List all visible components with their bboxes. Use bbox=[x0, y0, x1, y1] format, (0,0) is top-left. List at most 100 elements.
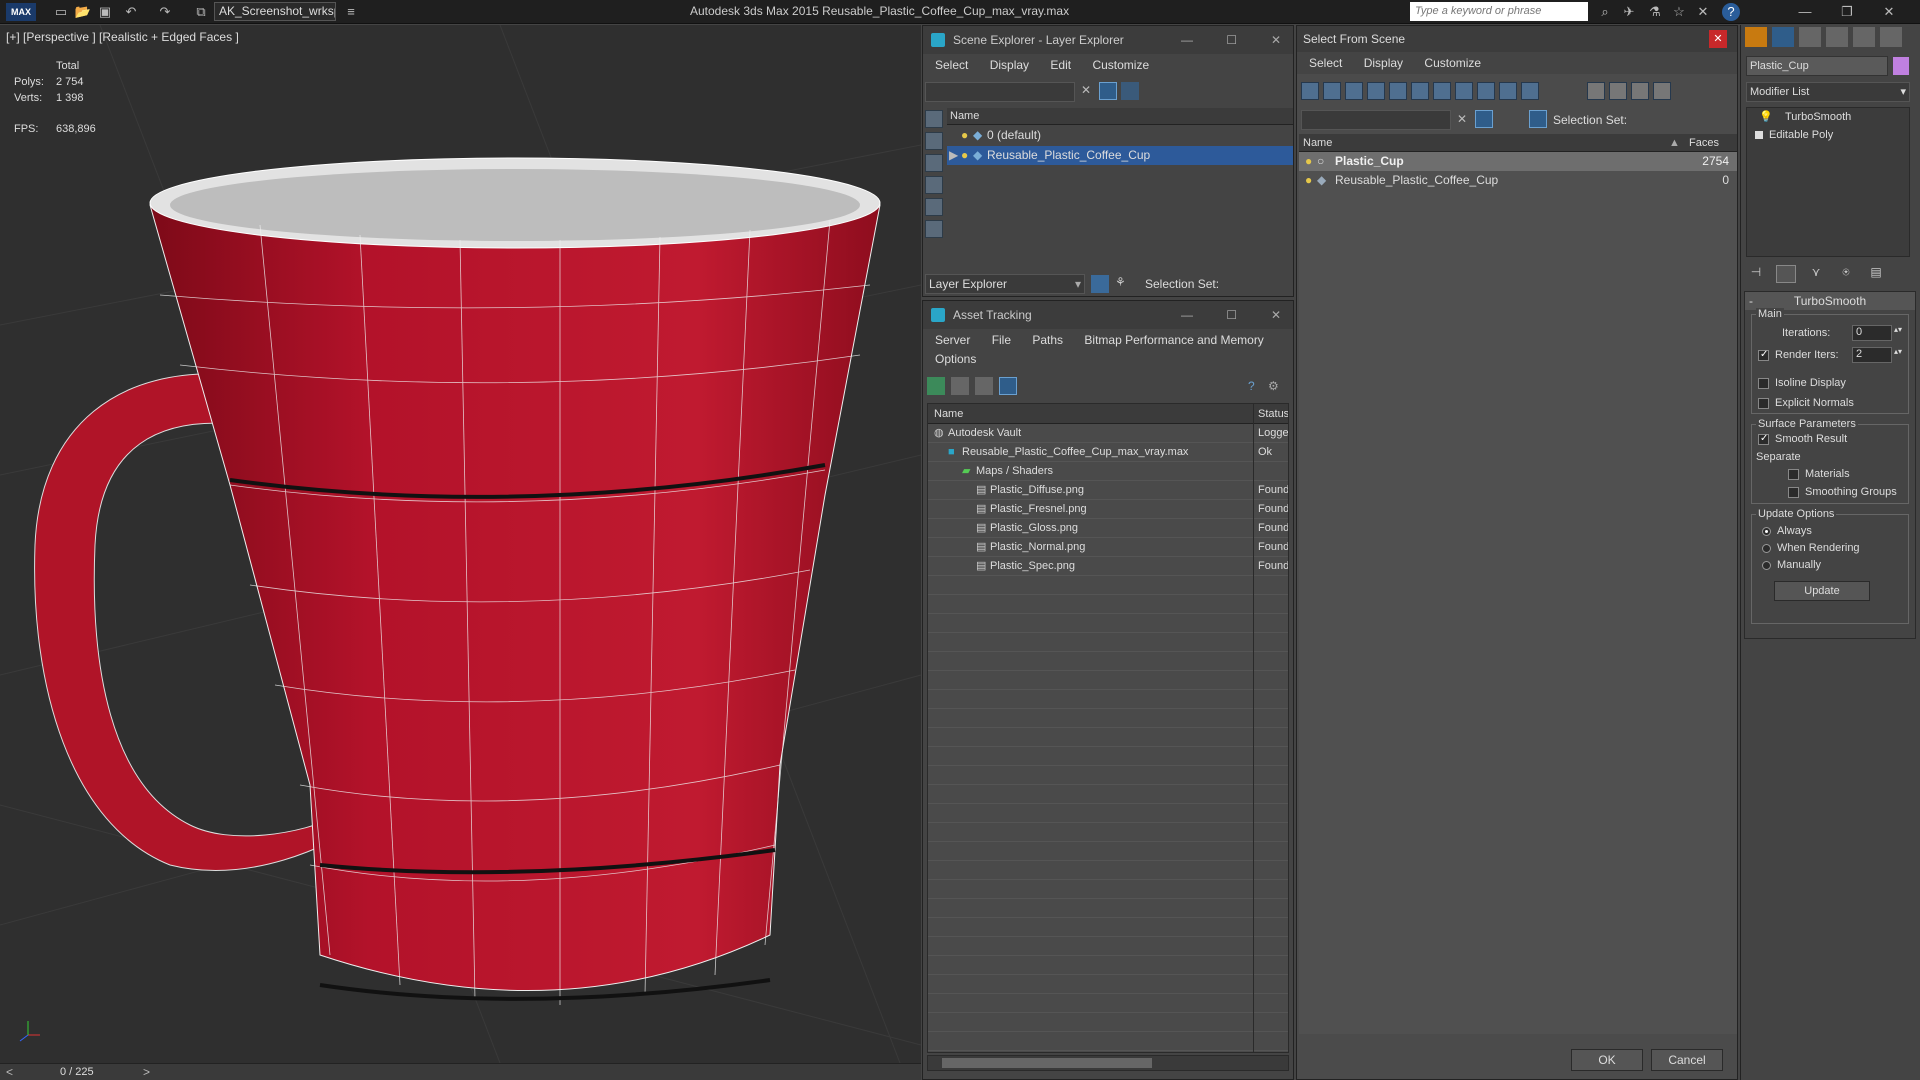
display-shapes-icon[interactable] bbox=[925, 154, 943, 172]
filter-icon[interactable] bbox=[1475, 110, 1493, 128]
maximize-icon[interactable]: ☐ bbox=[1226, 26, 1237, 54]
scene-explorer-title[interactable]: Scene Explorer - Layer Explorer — ☐ ✕ bbox=[923, 26, 1293, 54]
cancel-button[interactable]: Cancel bbox=[1651, 1049, 1723, 1071]
asset-row[interactable]: ■ Reusable_Plastic_Coffee_Cup_max_vray.ma… bbox=[928, 443, 1288, 462]
horizontal-scrollbar[interactable] bbox=[927, 1055, 1289, 1071]
make-unique-icon[interactable]: ⋎ bbox=[1806, 265, 1826, 283]
refresh-icon[interactable] bbox=[927, 377, 945, 395]
close-icon[interactable]: ✕ bbox=[1271, 301, 1281, 329]
scene-explorer-search[interactable] bbox=[925, 82, 1075, 102]
filter-xrefs-icon[interactable] bbox=[1455, 82, 1473, 100]
clear-search-icon[interactable]: ✕ bbox=[1081, 83, 1091, 97]
filter-spacewarps-icon[interactable] bbox=[1411, 82, 1429, 100]
asset-row[interactable]: ▰ Maps / Shaders bbox=[928, 462, 1288, 481]
explicit-normals-checkbox[interactable] bbox=[1758, 397, 1769, 409]
menu-file[interactable]: File bbox=[992, 333, 1011, 347]
menu-display[interactable]: Display bbox=[1364, 56, 1403, 70]
save-icon[interactable]: ▣ bbox=[96, 3, 114, 21]
create-tab-icon[interactable] bbox=[1745, 27, 1767, 47]
menu-server[interactable]: Server bbox=[935, 333, 970, 347]
settings-icon[interactable]: ⚙ bbox=[1268, 379, 1279, 393]
exchange-icon[interactable]: ✕ bbox=[1694, 3, 1712, 21]
visibility-bulb-icon[interactable]: ● bbox=[1305, 152, 1312, 171]
display-helpers-icon[interactable] bbox=[925, 220, 943, 238]
filter-bones-icon[interactable] bbox=[1477, 82, 1495, 100]
materials-checkbox[interactable] bbox=[1788, 468, 1799, 480]
object-color-swatch[interactable] bbox=[1893, 57, 1909, 75]
stack-item-turbosmooth[interactable]: 💡 TurboSmooth bbox=[1747, 108, 1909, 127]
undo-icon[interactable]: ↶ bbox=[122, 3, 140, 21]
object-name-field[interactable]: Plastic_Cup bbox=[1746, 56, 1888, 76]
update-button[interactable]: Update bbox=[1774, 581, 1870, 601]
filter-shapes-icon[interactable] bbox=[1323, 82, 1341, 100]
remove-modifier-icon[interactable]: ⍟ bbox=[1836, 265, 1856, 283]
prev-frame-icon[interactable]: < bbox=[6, 1065, 13, 1079]
menu-customize[interactable]: Customize bbox=[1092, 58, 1149, 72]
motion-tab-icon[interactable] bbox=[1826, 27, 1848, 47]
modifier-list-dropdown[interactable]: Modifier List ▾ bbox=[1746, 82, 1910, 102]
display-none-icon[interactable] bbox=[925, 110, 943, 128]
open-icon[interactable]: 📂 bbox=[74, 3, 92, 21]
layer-row-default[interactable]: ● ◆ 0 (default) bbox=[947, 126, 1293, 145]
explorer-type-dropdown[interactable]: Layer Explorer ▾ bbox=[925, 274, 1085, 294]
visibility-bulb-icon[interactable]: ● bbox=[961, 146, 968, 165]
hierarchy-tab-icon[interactable] bbox=[1799, 27, 1821, 47]
asset-row[interactable]: ▤ Plastic_Spec.png Found bbox=[928, 557, 1288, 576]
collapse-icon[interactable]: - bbox=[1749, 292, 1753, 310]
select-none-icon[interactable] bbox=[1609, 82, 1627, 100]
binoculars-icon[interactable]: ⌕ bbox=[1596, 3, 1614, 21]
menu-customize[interactable]: Customize bbox=[1424, 56, 1481, 70]
select-invert-icon[interactable] bbox=[1631, 82, 1649, 100]
app-logo[interactable]: MAX bbox=[6, 3, 36, 21]
filter-geometry-icon[interactable] bbox=[1301, 82, 1319, 100]
community-icon[interactable]: ⚗ bbox=[1646, 3, 1664, 21]
layers-mode-icon[interactable] bbox=[1091, 275, 1109, 293]
ok-button[interactable]: OK bbox=[1571, 1049, 1643, 1071]
scrollbar-thumb[interactable] bbox=[942, 1058, 1152, 1068]
viewport-label[interactable]: [+] [Perspective ] [Realistic + Edged Fa… bbox=[6, 30, 239, 44]
spinner-arrows-icon[interactable]: ▴▾ bbox=[1894, 325, 1902, 334]
menu-display[interactable]: Display bbox=[990, 58, 1029, 72]
iterations-spinner[interactable]: 0 bbox=[1852, 325, 1892, 341]
asset-row[interactable]: ▤ Plastic_Normal.png Found bbox=[928, 538, 1288, 557]
tools-icon[interactable]: ✈ bbox=[1620, 3, 1638, 21]
filter-cameras-icon[interactable] bbox=[1367, 82, 1385, 100]
maximize-icon[interactable]: ❐ bbox=[1838, 3, 1856, 21]
filter-containers-icon[interactable] bbox=[1499, 82, 1517, 100]
minimize-icon[interactable]: — bbox=[1796, 3, 1814, 21]
asset-tracking-title[interactable]: Asset Tracking — ☐ ✕ bbox=[923, 301, 1293, 329]
filter-groups-icon[interactable] bbox=[1433, 82, 1451, 100]
new-icon[interactable]: ▭ bbox=[52, 3, 70, 21]
utilities-tab-icon[interactable] bbox=[1880, 27, 1902, 47]
layer-col-name[interactable]: Name bbox=[947, 108, 1293, 125]
workspace-menu-icon[interactable]: ≡ bbox=[342, 3, 360, 21]
minimize-icon[interactable]: — bbox=[1181, 26, 1193, 54]
always-radio[interactable] bbox=[1762, 526, 1771, 536]
help-icon[interactable]: ? bbox=[1722, 3, 1740, 21]
col-faces[interactable]: Faces bbox=[1689, 134, 1719, 152]
display-lights-icon[interactable] bbox=[925, 176, 943, 194]
favorites-icon[interactable]: ☆ bbox=[1670, 3, 1688, 21]
workspace-dropdown[interactable]: AK_Screenshot_wrksp bbox=[214, 2, 336, 21]
hierarchy-icon[interactable] bbox=[1529, 110, 1547, 128]
filter-frozen-icon[interactable] bbox=[1521, 82, 1539, 100]
col-name[interactable]: Name bbox=[1303, 134, 1332, 152]
minimize-icon[interactable]: — bbox=[1181, 301, 1193, 329]
col-status[interactable]: Status bbox=[1258, 404, 1288, 424]
smooth-result-checkbox[interactable] bbox=[1758, 433, 1769, 445]
show-end-result-icon[interactable] bbox=[1776, 265, 1796, 283]
select-all-icon[interactable] bbox=[1587, 82, 1605, 100]
asset-row[interactable]: ▤ Plastic_Gloss.png Found bbox=[928, 519, 1288, 538]
table-view-icon[interactable] bbox=[999, 377, 1017, 395]
redo-icon[interactable]: ↷ bbox=[156, 3, 174, 21]
menu-edit[interactable]: Edit bbox=[1050, 58, 1071, 72]
menu-select[interactable]: Select bbox=[935, 58, 968, 72]
layer-tools-icon[interactable] bbox=[1121, 82, 1139, 100]
asset-row[interactable]: ◍ Autodesk Vault Logge bbox=[928, 424, 1288, 443]
pin-stack-icon[interactable]: ⊣ bbox=[1746, 265, 1766, 283]
col-name[interactable]: Name bbox=[934, 404, 963, 424]
clear-search-icon[interactable]: ✕ bbox=[1457, 112, 1467, 126]
layer-row-cup[interactable]: ▶ ● ◆ Reusable_Plastic_Coffee_Cup bbox=[947, 146, 1293, 165]
stack-item-editable-poly[interactable]: Editable Poly bbox=[1747, 127, 1909, 143]
close-icon[interactable]: ✕ bbox=[1709, 30, 1727, 48]
